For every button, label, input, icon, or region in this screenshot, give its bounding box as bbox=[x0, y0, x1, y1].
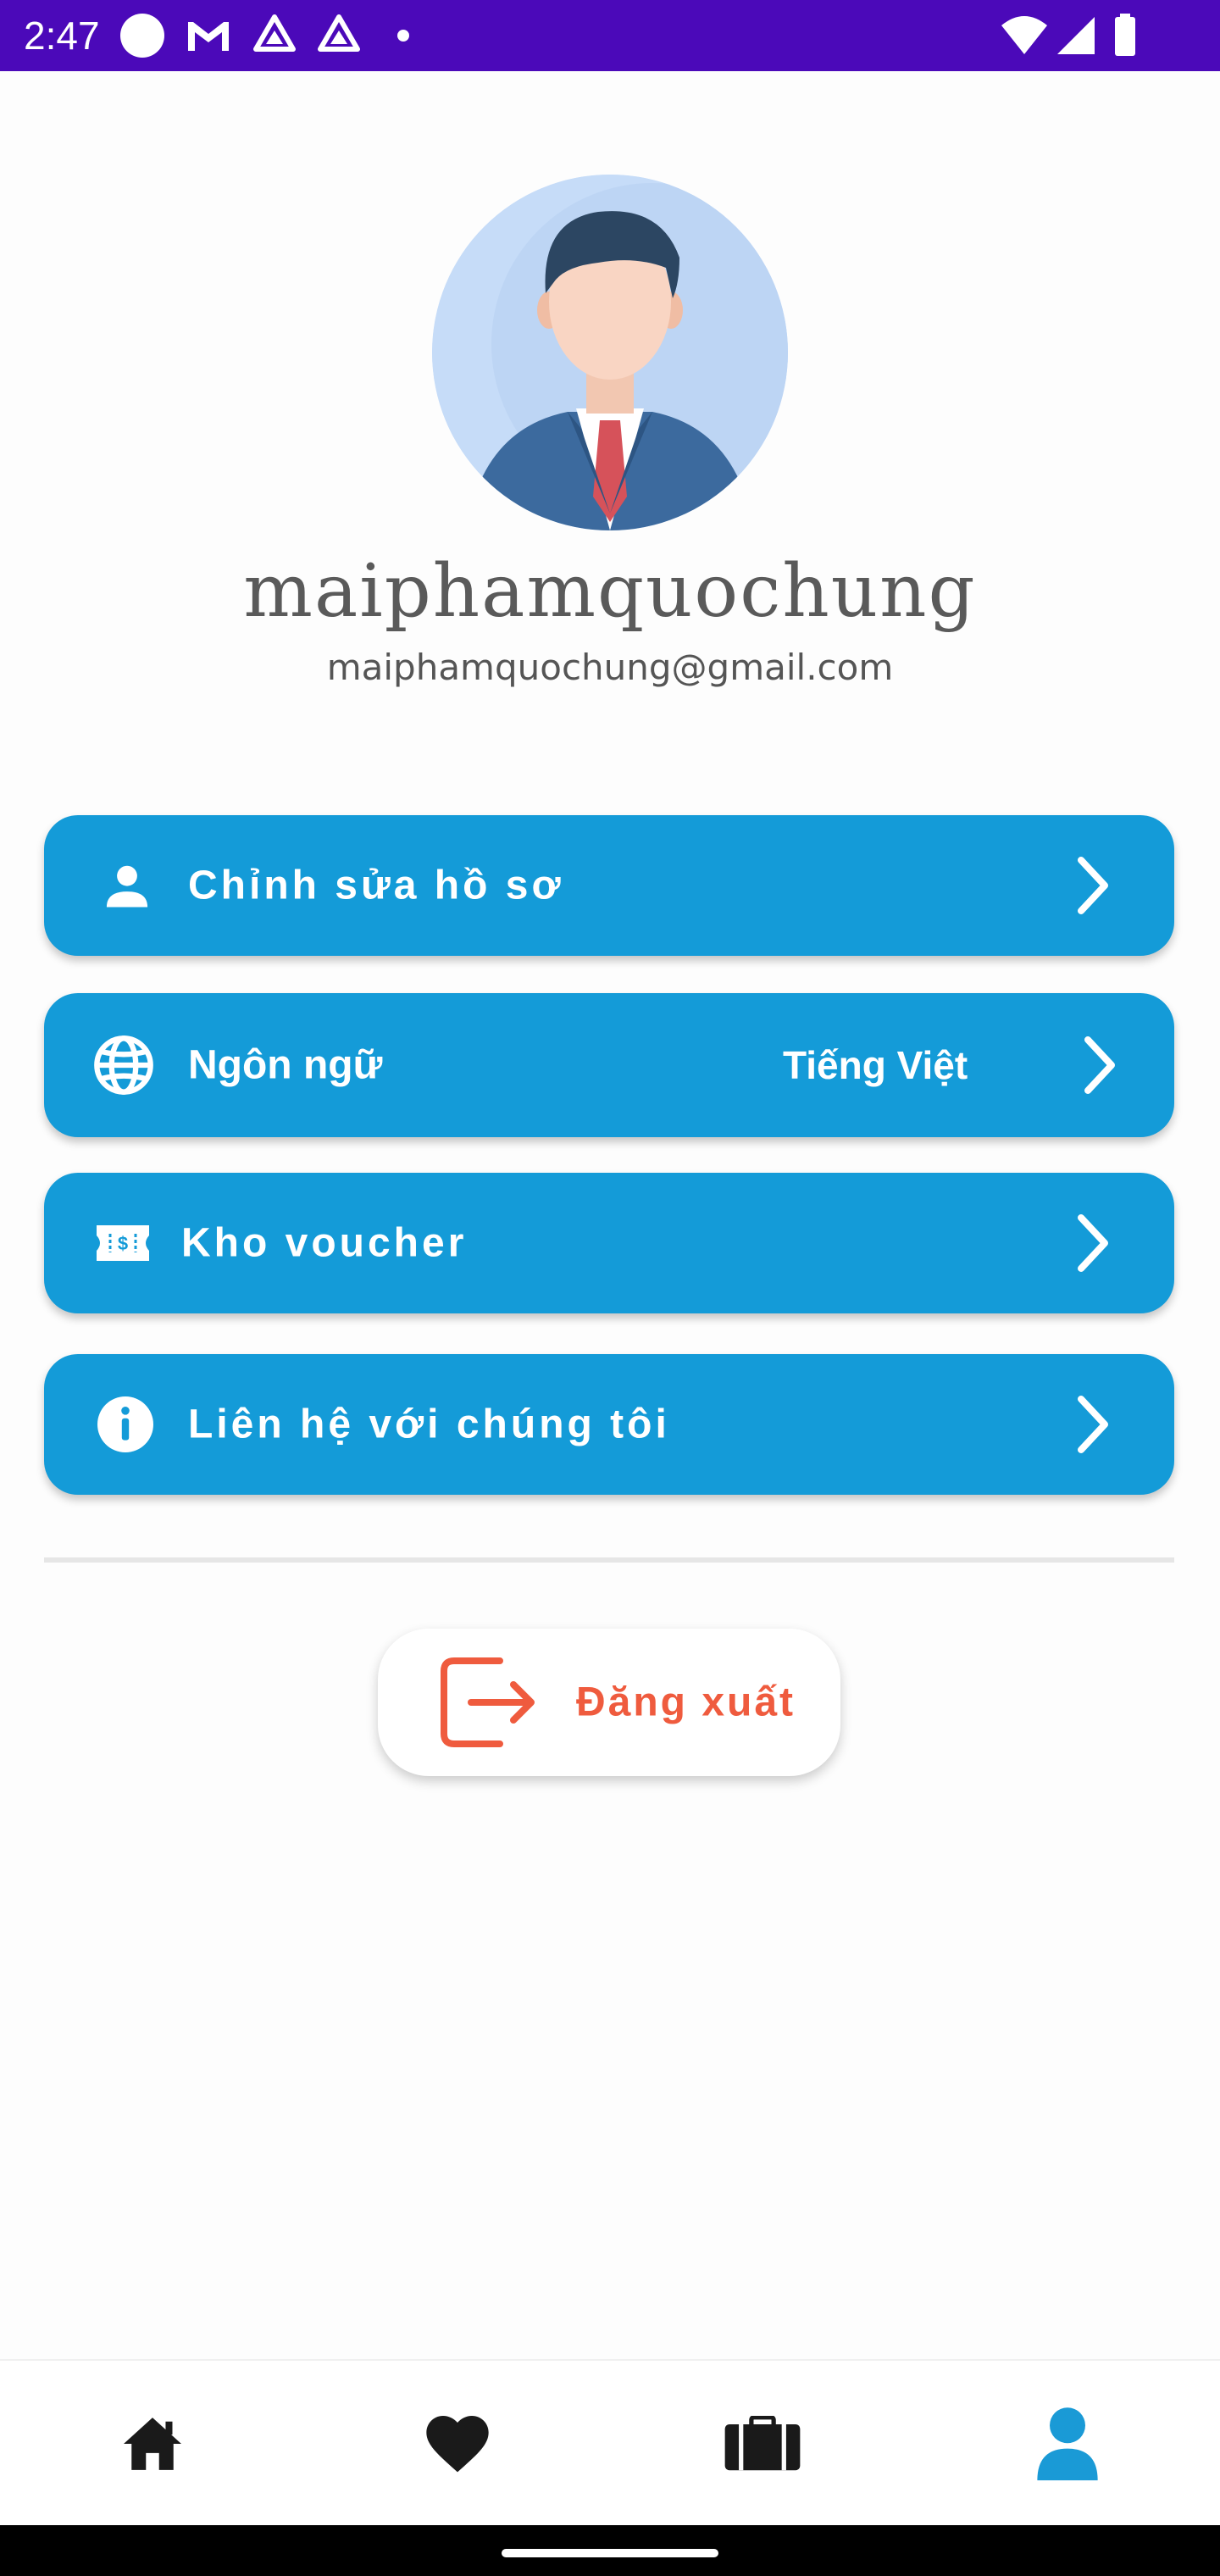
notification-circle-icon bbox=[120, 14, 164, 58]
logout-label: Đăng xuất bbox=[576, 1679, 796, 1725]
wifi-icon bbox=[1001, 16, 1047, 54]
chevron-right-icon bbox=[1078, 1214, 1108, 1272]
drive-icon-2 bbox=[318, 14, 360, 52]
gesture-bar bbox=[0, 2525, 1220, 2576]
home-gesture-handle[interactable] bbox=[502, 2549, 718, 2557]
language-label: Ngôn ngữ bbox=[188, 1042, 383, 1088]
profile-avatar[interactable] bbox=[432, 175, 788, 530]
edit-profile-button[interactable]: Chỉnh sửa hồ sơ bbox=[44, 815, 1174, 956]
nav-home[interactable] bbox=[0, 2361, 305, 2527]
contact-us-label: Liên hệ với chúng tôi bbox=[188, 1402, 670, 1447]
nav-profile[interactable] bbox=[915, 2361, 1220, 2527]
businessman-avatar-icon bbox=[432, 175, 788, 530]
logout-button[interactable]: Đăng xuất bbox=[378, 1629, 840, 1776]
profile-email: maiphamquochung@gmail.com bbox=[326, 647, 894, 688]
nav-bookings[interactable] bbox=[610, 2361, 915, 2527]
more-dot-icon bbox=[397, 30, 409, 42]
section-divider bbox=[44, 1557, 1174, 1563]
chevron-right-icon bbox=[1078, 1396, 1108, 1453]
contact-us-button[interactable]: Liên hệ với chúng tôi bbox=[44, 1354, 1174, 1495]
drive-icon bbox=[253, 14, 296, 52]
voucher-icon: $ bbox=[97, 1225, 149, 1261]
profile-name: maiphamquochung bbox=[243, 549, 977, 634]
globe-icon bbox=[94, 1035, 153, 1095]
battery-icon bbox=[1115, 14, 1135, 56]
briefcase-icon bbox=[724, 2416, 801, 2471]
language-button[interactable]: Ngôn ngữ Tiếng Việt bbox=[44, 993, 1174, 1137]
logout-icon bbox=[441, 1657, 535, 1747]
info-icon bbox=[97, 1396, 153, 1452]
voucher-store-label: Kho voucher bbox=[181, 1220, 468, 1266]
status-time: 2:47 bbox=[24, 14, 100, 58]
person-icon bbox=[106, 865, 148, 908]
home-icon bbox=[124, 2418, 181, 2470]
gmail-icon bbox=[188, 22, 229, 51]
chevron-right-icon bbox=[1078, 857, 1108, 914]
bottom-navigation bbox=[0, 2359, 1220, 2527]
language-value: Tiếng Việt bbox=[783, 1043, 968, 1087]
chevron-right-icon bbox=[1084, 1036, 1115, 1094]
profile-icon bbox=[1037, 2407, 1098, 2481]
nav-favorites[interactable] bbox=[305, 2361, 610, 2527]
svg-text:$: $ bbox=[118, 1233, 128, 1254]
status-bar: 2:47 bbox=[0, 0, 1220, 71]
signal-icon bbox=[1057, 17, 1095, 54]
voucher-store-button[interactable]: $ Kho voucher bbox=[44, 1173, 1174, 1313]
heart-icon bbox=[426, 2416, 489, 2473]
edit-profile-label: Chỉnh sửa hồ sơ bbox=[188, 863, 564, 908]
